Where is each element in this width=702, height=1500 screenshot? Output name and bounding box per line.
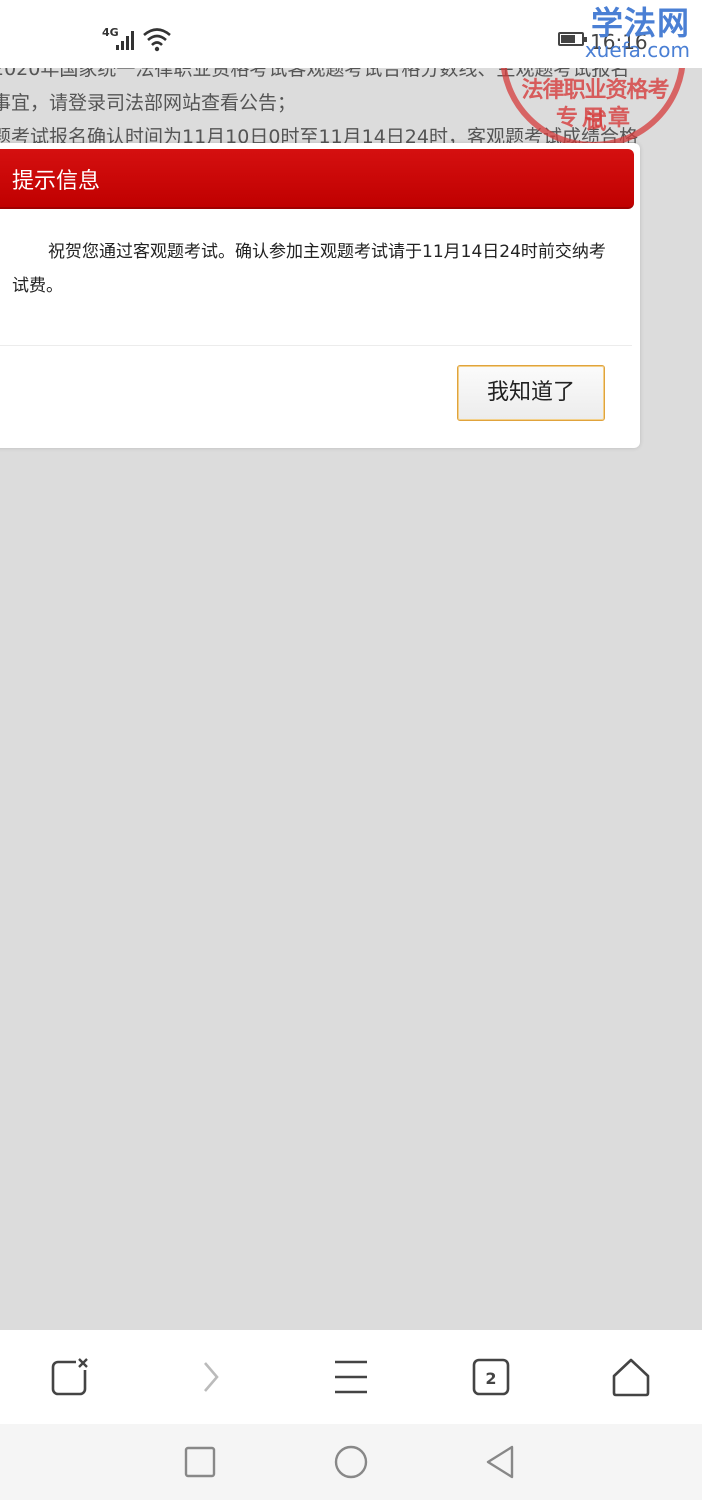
signal-icon (116, 30, 138, 50)
tabs-icon[interactable]: 2 (470, 1356, 512, 1398)
recent-apps-icon[interactable] (184, 1446, 216, 1478)
home-icon[interactable] (610, 1356, 652, 1398)
dialog-header: 提示信息 (0, 149, 634, 209)
acknowledge-button[interactable]: 我知道了 (457, 365, 605, 421)
system-nav-bar (0, 1424, 702, 1500)
watermark: 学法网 xuefa.com (585, 6, 690, 60)
watermark-site-url: xuefa.com (584, 38, 690, 62)
close-page-icon[interactable] (50, 1356, 92, 1398)
dialog-title: 提示信息 (12, 169, 101, 194)
dialog-message: 祝贺您通过客观题考试。确认参加主观题考试请于11月14日24时前交纳考试费。 (12, 235, 612, 303)
forward-icon[interactable] (190, 1356, 232, 1398)
dialog-divider (0, 345, 632, 346)
dialog-message-text: 祝贺您通过客观题考试。确认参加主观题考试请于11月14日24时前交纳考试费。 (12, 242, 606, 296)
home-circle-icon[interactable] (333, 1444, 369, 1480)
tab-count: 2 (485, 1369, 496, 1388)
browser-toolbar: 2 (0, 1330, 702, 1424)
watermark-site-name: 学法网 (590, 4, 690, 42)
menu-icon[interactable] (330, 1356, 372, 1398)
wifi-icon (143, 28, 171, 52)
seal-text-line2: 专用章 (555, 106, 634, 131)
battery-icon (558, 32, 587, 46)
alert-dialog: 提示信息 祝贺您通过客观题考试。确认参加主观题考试请于11月14日24时前交纳考… (0, 143, 640, 448)
back-triangle-icon[interactable] (484, 1444, 516, 1480)
